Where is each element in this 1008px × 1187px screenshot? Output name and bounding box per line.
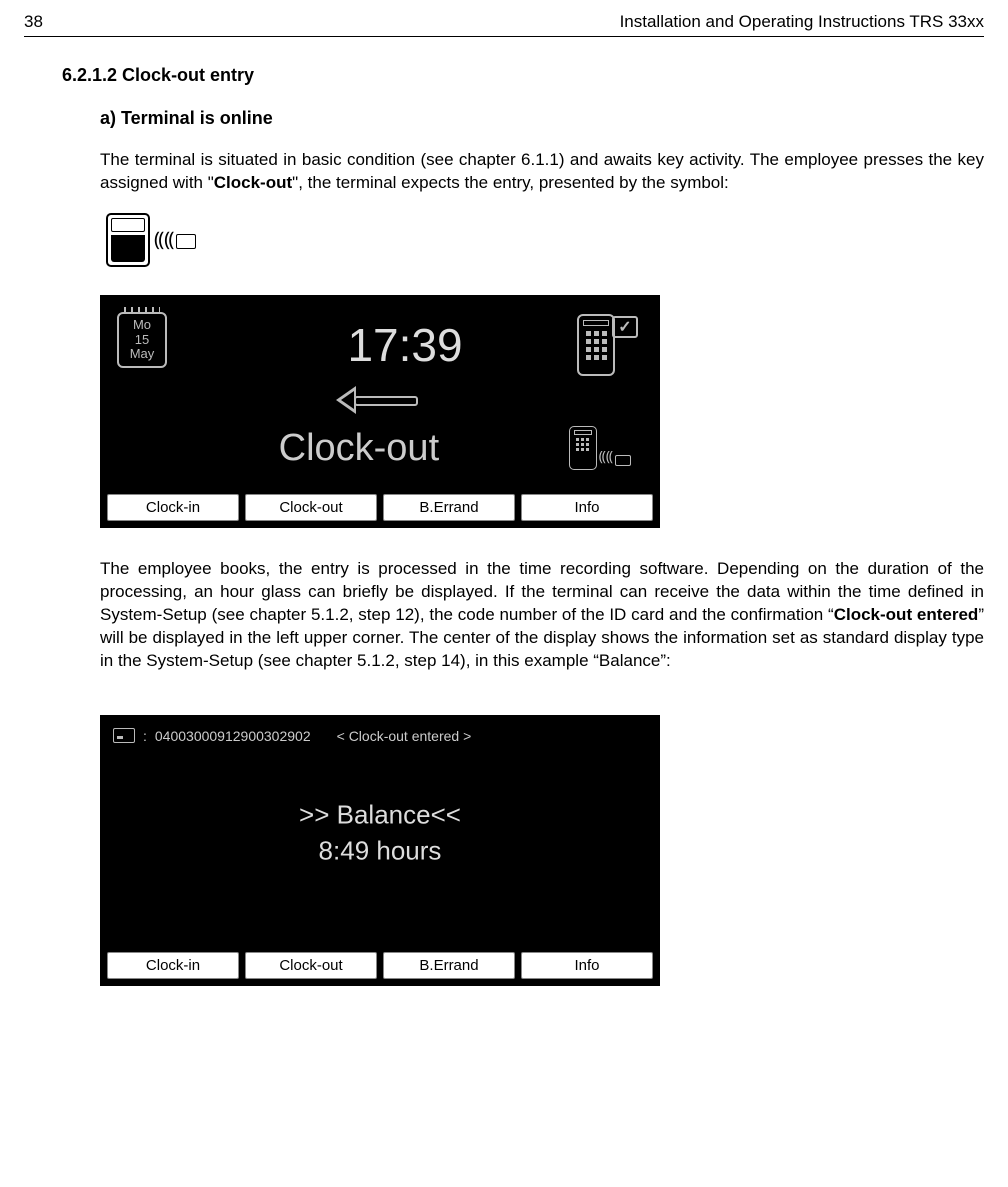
terminal-display-1: Mo 15 May 17:39 Clock-out	[100, 295, 660, 528]
btn-clock-out[interactable]: Clock-out	[245, 952, 377, 979]
waves-small-icon: ⸨⸨	[599, 447, 613, 466]
phone-small-icon	[569, 426, 597, 470]
cal-month: May	[119, 347, 165, 361]
terminal1-screen: Mo 15 May 17:39 Clock-out	[103, 298, 657, 490]
terminal-display-2: : 04003000912900302902 < Clock-out enter…	[100, 715, 660, 986]
id-label: :	[143, 728, 147, 744]
terminal-time: 17:39	[167, 318, 643, 372]
para2-bold: Clock-out entered	[834, 605, 979, 624]
btn-berrand[interactable]: B.Errand	[383, 952, 515, 979]
phone-check-icon	[577, 314, 641, 376]
keypad-card-icon: ⸨⸨	[100, 213, 984, 267]
paragraph-1: The terminal is situated in basic condit…	[100, 149, 984, 195]
btn-berrand[interactable]: B.Errand	[383, 494, 515, 521]
section-heading: 6.2.1.2 Clock-out entry	[24, 65, 984, 86]
wireless-waves-icon: ⸨⸨	[154, 230, 174, 250]
check-icon	[612, 316, 638, 338]
confirm-message: < Clock-out entered >	[337, 728, 472, 744]
keypad-screen	[111, 218, 145, 232]
arrow-row	[117, 382, 643, 418]
phone-card-small-icon: ⸨⸨	[569, 426, 631, 470]
paragraph-2: The employee books, the entry is process…	[100, 558, 984, 673]
para1-bold: Clock-out	[214, 173, 292, 192]
btn-info[interactable]: Info	[521, 952, 653, 979]
calendar-badge: Mo 15 May	[117, 312, 167, 368]
mode-row: Clock-out ⸨⸨	[117, 422, 643, 482]
card-icon	[176, 234, 196, 249]
keypad-icon	[106, 213, 150, 267]
para1-text-b: ", the terminal expects the entry, prese…	[292, 173, 729, 192]
sub-heading-a: a) Terminal is online	[100, 108, 984, 129]
terminal2-header: : 04003000912900302902 < Clock-out enter…	[113, 728, 647, 744]
arrow-left-icon	[336, 382, 424, 418]
cal-dow: Mo	[119, 318, 165, 332]
terminal1-buttons: Clock-in Clock-out B.Errand Info	[103, 490, 657, 525]
cal-day: 15	[119, 333, 165, 347]
btn-clock-out[interactable]: Clock-out	[245, 494, 377, 521]
terminal2-buttons: Clock-in Clock-out B.Errand Info	[103, 948, 657, 983]
balance-value: 8:49 hours	[299, 833, 461, 869]
btn-info[interactable]: Info	[521, 494, 653, 521]
btn-clock-in[interactable]: Clock-in	[107, 494, 239, 521]
mode-label: Clock-out	[149, 427, 569, 470]
page-header: 38 Installation and Operating Instructio…	[24, 12, 984, 37]
terminal2-screen: : 04003000912900302902 < Clock-out enter…	[103, 718, 657, 948]
card-small-icon	[615, 455, 631, 466]
balance-label: >> Balance<<	[299, 796, 461, 832]
keypad-keys	[111, 235, 145, 262]
card-icon	[113, 728, 135, 743]
id-value: 04003000912900302902	[155, 728, 311, 744]
document-title: Installation and Operating Instructions …	[620, 12, 984, 32]
btn-clock-in[interactable]: Clock-in	[107, 952, 239, 979]
page-number: 38	[24, 12, 43, 32]
balance-block: >> Balance<< 8:49 hours	[299, 796, 461, 869]
phone-icon	[577, 314, 615, 376]
